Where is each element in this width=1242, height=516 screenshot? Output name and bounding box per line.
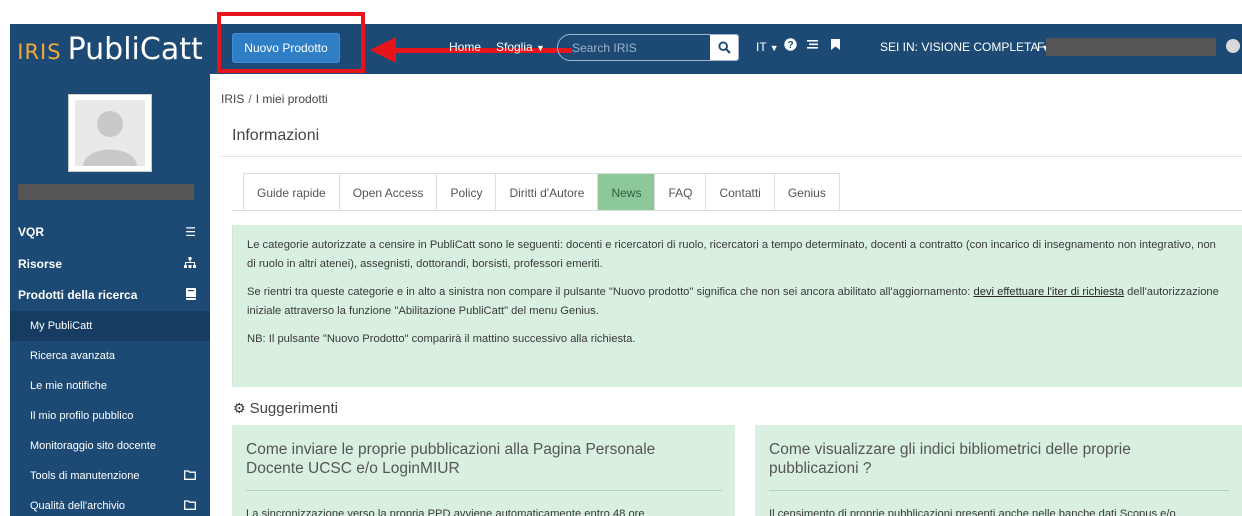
suggestion-card[interactable]: Come inviare le proprie pubblicazioni al… — [232, 425, 735, 516]
caret-down-icon: ▼ — [769, 43, 779, 53]
cogs-icon: ⚙ — [233, 400, 246, 416]
list-icon[interactable] — [806, 38, 819, 54]
info-tabs: Guide rapide Open Access Policy Diritti … — [243, 173, 840, 211]
nav-browse-dropdown[interactable]: Sfoglia ▼ — [496, 40, 545, 54]
request-procedure-link[interactable]: devi effettuare l'iter di richiesta — [974, 286, 1125, 298]
sidebar-subitem-profilo-pubblico[interactable]: Il mio profilo pubblico — [10, 401, 210, 431]
tab-diritti-autore[interactable]: Diritti d'Autore — [496, 174, 599, 211]
news-paragraph: Se rientri tra queste categorie e in alt… — [247, 283, 1227, 321]
user-avatar-icon[interactable] — [1226, 39, 1240, 53]
sidebar-subitem-monitoraggio[interactable]: Monitoraggio sito docente — [10, 431, 210, 461]
brand-name: PubliCatt — [67, 31, 203, 67]
view-mode-label: SEI IN: VISIONE COMPLETA — [880, 40, 1038, 54]
brand-logo[interactable]: IRIS PubliCatt — [10, 24, 210, 74]
tab-policy[interactable]: Policy — [437, 174, 497, 211]
redacted-username — [1046, 38, 1216, 56]
tabs-divider — [232, 210, 1242, 211]
sidebar-subitem-qualita[interactable]: Qualità dell'archivio — [10, 491, 210, 516]
view-mode-dropdown[interactable]: SEI IN: VISIONE COMPLETA ▼ — [880, 40, 1050, 54]
sidebar-subitem-tools[interactable]: Tools di manutenzione — [10, 461, 210, 491]
suggestion-card-body: Il censimento di proprie pubblicazioni p… — [769, 508, 1176, 516]
annotation-arrow-head — [370, 37, 396, 63]
news-text: Se rientri tra queste categorie e in alt… — [247, 286, 974, 298]
search-button[interactable] — [710, 35, 738, 60]
list-ol-icon: ☰ — [185, 225, 196, 239]
sidebar-item-label: Qualità dell'archivio — [30, 500, 126, 512]
sidebar-item-risorse[interactable]: Risorse — [10, 249, 210, 279]
language-dropdown[interactable]: IT ▼ — [756, 40, 779, 54]
user-placeholder-icon — [75, 100, 145, 166]
search-icon — [717, 41, 731, 54]
book-icon — [186, 288, 196, 303]
tab-faq[interactable]: FAQ — [655, 174, 707, 211]
sidebar-item-vqr[interactable]: VQR ☰ — [10, 217, 210, 247]
bookmark-icon[interactable] — [830, 38, 841, 54]
nav-home-link[interactable]: Home — [449, 40, 481, 54]
suggestion-card[interactable]: Come visualizzare gli indici bibliometri… — [755, 425, 1242, 516]
brand-iris: IRIS — [17, 31, 62, 67]
help-icon[interactable]: ? — [784, 38, 797, 54]
sitemap-icon — [184, 257, 196, 271]
folder-icon — [184, 469, 196, 483]
sidebar-subitem-ricerca-avanzata[interactable]: Ricerca avanzata — [10, 341, 210, 371]
breadcrumb-root[interactable]: IRIS — [221, 92, 244, 106]
sidebar-item-prodotti[interactable]: Prodotti della ricerca — [10, 280, 210, 310]
suggestions-title: Suggerimenti — [249, 400, 338, 417]
breadcrumb-current: I miei prodotti — [255, 92, 328, 106]
breadcrumb-separator: / — [248, 92, 252, 106]
tab-contatti[interactable]: Contatti — [706, 174, 775, 211]
news-paragraph: Le categorie autorizzate a censire in Pu… — [247, 239, 1216, 270]
tab-news[interactable]: News — [598, 174, 656, 211]
panel-title: Informazioni — [232, 127, 320, 144]
suggestions-heading: ⚙ Suggerimenti — [233, 400, 338, 417]
sidebar-item-label: VQR — [18, 225, 45, 239]
search-input[interactable]: Search IRIS — [558, 35, 710, 60]
news-paragraph: NB: Il pulsante "Nuovo Prodotto" compari… — [247, 333, 636, 345]
card-divider — [769, 490, 1229, 491]
caret-down-icon: ▼ — [536, 43, 545, 53]
suggestion-card-title[interactable]: Come inviare le proprie pubblicazioni al… — [246, 440, 716, 478]
news-panel: Le categorie autorizzate a censire in Pu… — [232, 225, 1242, 387]
tab-guide-rapide[interactable]: Guide rapide — [244, 174, 340, 211]
top-strip — [0, 0, 1242, 24]
sidebar-item-label: Tools di manutenzione — [30, 470, 140, 482]
svg-text:?: ? — [787, 40, 793, 51]
sidebar-subitem-notifiche[interactable]: Le mie notifiche — [10, 371, 210, 401]
suggestion-card-body: La sincronizzazione verso la propria PPD… — [246, 508, 645, 516]
folder-icon — [184, 499, 196, 513]
search-box: Search IRIS — [557, 34, 739, 61]
suggestion-card-title[interactable]: Come visualizzare gli indici bibliometri… — [769, 440, 1209, 478]
sidebar-subitem-my-publicatt[interactable]: My PubliCatt — [10, 311, 210, 341]
annotation-highlight-box — [217, 12, 365, 73]
language-label: IT — [756, 40, 767, 54]
nav-browse-label: Sfoglia — [496, 40, 533, 54]
sidebar-item-label: Risorse — [18, 257, 63, 271]
user-menu[interactable]: F — [1037, 40, 1044, 54]
sidebar-item-label: Prodotti della ricerca — [18, 288, 138, 302]
tab-open-access[interactable]: Open Access — [340, 174, 438, 211]
profile-avatar — [68, 94, 152, 172]
card-divider — [246, 490, 722, 491]
redacted-user-name — [18, 184, 194, 200]
tab-genius[interactable]: Genius — [775, 174, 839, 211]
breadcrumb: IRIS / I miei prodotti — [221, 92, 328, 106]
divider — [221, 156, 1242, 157]
